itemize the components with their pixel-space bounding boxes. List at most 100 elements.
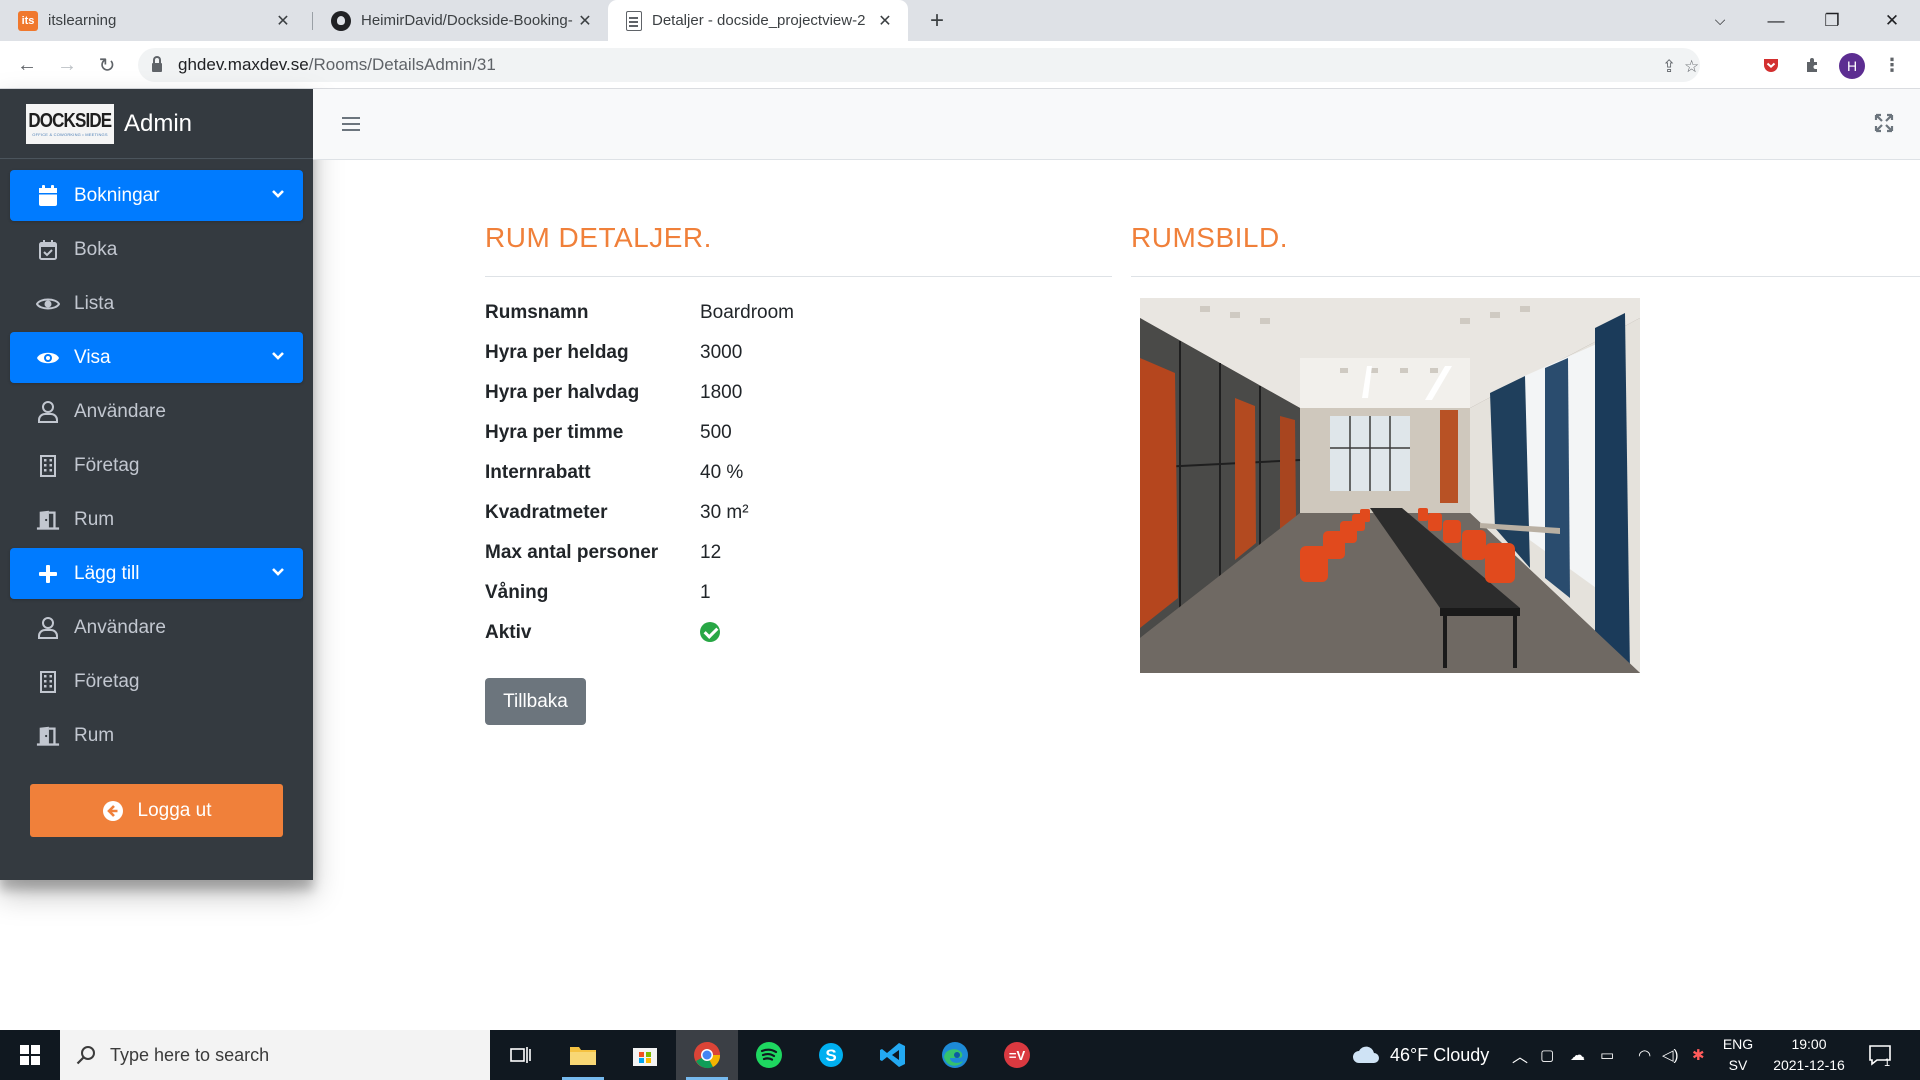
- hamburger-menu-icon[interactable]: [341, 115, 361, 133]
- cloud-sync-icon[interactable]: ☁: [1570, 1030, 1585, 1080]
- edge-button[interactable]: [924, 1030, 986, 1080]
- bookmark-star-icon[interactable]: ☆: [1684, 57, 1699, 77]
- file-explorer-button[interactable]: [552, 1030, 614, 1080]
- chevron-down-icon: [272, 190, 284, 198]
- clock-time[interactable]: 19:00: [1764, 1036, 1854, 1052]
- logout-button[interactable]: Logga ut: [30, 784, 283, 837]
- tab-search-chevron-icon[interactable]: ⌵: [1692, 0, 1748, 41]
- tab-github[interactable]: HeimirDavid/Dockside-Booking-I ✕: [313, 0, 608, 41]
- brand[interactable]: DOCKSIDE OFFICE & COWORKING • MEETINGS A…: [0, 89, 313, 159]
- expressvpn-button[interactable]: =V: [986, 1030, 1048, 1080]
- folder-icon: [570, 1047, 596, 1065]
- detail-value: 1800: [700, 382, 743, 403]
- sidebar-item-label: Företag: [74, 670, 140, 692]
- sidebar-header-visa[interactable]: Visa: [10, 332, 303, 383]
- fullscreen-expand-icon[interactable]: [1874, 113, 1894, 133]
- task-view-button[interactable]: [490, 1030, 552, 1080]
- room-photo: [1140, 298, 1640, 673]
- sidebar-item-visa-anvandare[interactable]: Användare: [10, 386, 303, 437]
- tab-detaljer[interactable]: Detaljer - docside_projectview-2 ✕: [608, 0, 908, 41]
- close-icon[interactable]: ✕: [574, 10, 596, 32]
- tab-itslearning[interactable]: its itslearning ✕: [0, 0, 306, 41]
- speaker-icon[interactable]: ◁): [1662, 1030, 1679, 1080]
- close-icon[interactable]: ✕: [272, 10, 294, 32]
- building-icon: [36, 670, 60, 694]
- taskbar-search-box[interactable]: Type here to search: [60, 1030, 490, 1080]
- reload-button[interactable]: ↻: [92, 50, 122, 80]
- sidebar-item-visa-rum[interactable]: Rum: [10, 494, 303, 545]
- back-button[interactable]: ←: [12, 50, 42, 80]
- meet-now-icon[interactable]: ▢: [1540, 1030, 1554, 1080]
- sidebar-item-boka[interactable]: Boka: [10, 224, 303, 275]
- extensions-puzzle-icon[interactable]: [1801, 53, 1825, 77]
- door-icon: [36, 724, 60, 748]
- close-window-button[interactable]: ✕: [1864, 0, 1920, 41]
- search-placeholder: Type here to search: [110, 1044, 270, 1065]
- svg-text:S: S: [825, 1046, 836, 1065]
- notification-count: 1: [1884, 1057, 1891, 1069]
- windows-taskbar: Type here to search S =V 46°F Cloudy ︿ ▢…: [0, 1030, 1920, 1080]
- url-host: ghdev.maxdev.se: [178, 55, 309, 74]
- detail-value: 1: [700, 582, 711, 603]
- plus-icon: [36, 562, 60, 586]
- minimize-button[interactable]: —: [1748, 0, 1804, 41]
- chevron-down-icon: [272, 568, 284, 576]
- sidebar-item-label: Lägg till: [74, 562, 140, 584]
- address-bar[interactable]: ghdev.maxdev.se/Rooms/DetailsAdmin/31 ⇪ …: [138, 48, 1700, 82]
- menu-kebab-icon[interactable]: ⋮: [1880, 53, 1904, 77]
- profile-avatar[interactable]: H: [1839, 53, 1865, 79]
- dockside-logo: DOCKSIDE OFFICE & COWORKING • MEETINGS: [26, 103, 114, 144]
- language-top[interactable]: ENG: [1718, 1036, 1758, 1052]
- wifi-icon[interactable]: ◠: [1638, 1030, 1651, 1080]
- weather-widget[interactable]: 46°F Cloudy: [1352, 1030, 1489, 1080]
- door-icon: [36, 508, 60, 532]
- sidebar-item-lagg-till-anvandare[interactable]: Användare: [10, 602, 303, 653]
- chrome-button[interactable]: [676, 1030, 738, 1080]
- skype-button[interactable]: S: [800, 1030, 862, 1080]
- sidebar-item-lista[interactable]: Lista: [10, 278, 303, 329]
- pocket-extension-icon[interactable]: [1759, 53, 1783, 77]
- back-button-tillbaka[interactable]: Tillbaka: [485, 678, 586, 725]
- vscode-button[interactable]: [862, 1030, 924, 1080]
- brand-title: Admin: [124, 109, 193, 137]
- sidebar-item-label: Användare: [74, 400, 166, 422]
- clock-date[interactable]: 2021-12-16: [1764, 1057, 1854, 1073]
- forward-button[interactable]: →: [52, 50, 82, 80]
- url-path: /Rooms/DetailsAdmin/31: [308, 55, 496, 74]
- detail-value: 3000: [700, 342, 743, 363]
- language-bottom[interactable]: SV: [1718, 1057, 1758, 1073]
- sidebar-item-label: Rum: [74, 508, 115, 530]
- chevron-down-icon: [272, 352, 284, 360]
- start-button[interactable]: [0, 1030, 60, 1080]
- sidebar-item-visa-foretag[interactable]: Företag: [10, 440, 303, 491]
- main-header: [313, 89, 1920, 160]
- search-icon: [76, 1046, 95, 1065]
- calendar-check-icon: [36, 238, 60, 262]
- new-tab-button[interactable]: +: [922, 6, 952, 36]
- notifications-button[interactable]: 1: [1868, 1030, 1898, 1080]
- vpn-tray-icon[interactable]: ✱: [1692, 1030, 1705, 1080]
- sidebar-item-lagg-till-foretag[interactable]: Företag: [10, 656, 303, 707]
- sidebar-item-lagg-till-rum[interactable]: Rum: [10, 710, 303, 761]
- detail-label: Rumsnamn: [485, 302, 589, 323]
- sidebar-header-bokningar[interactable]: Bokningar: [10, 170, 303, 221]
- spotify-button[interactable]: [738, 1030, 800, 1080]
- restore-button[interactable]: ❐: [1804, 0, 1860, 41]
- calendar-icon: [36, 184, 60, 208]
- close-icon[interactable]: ✕: [874, 10, 896, 32]
- lock-icon[interactable]: [152, 56, 162, 72]
- share-icon[interactable]: ⇪: [1662, 57, 1676, 77]
- expressvpn-icon: =V: [1004, 1042, 1030, 1068]
- monitor-icon[interactable]: ▭: [1600, 1030, 1614, 1080]
- skype-icon: S: [819, 1043, 843, 1067]
- microsoft-store-button[interactable]: [614, 1030, 676, 1080]
- tab-title: Detaljer - docside_projectview-2: [652, 12, 866, 29]
- svg-text:=V: =V: [1009, 1048, 1026, 1063]
- task-view-icon: [510, 1047, 531, 1063]
- tab-title: HeimirDavid/Dockside-Booking-I: [361, 12, 574, 29]
- sidebar-item-label: Bokningar: [74, 184, 160, 206]
- sidebar-header-lagg-till[interactable]: Lägg till: [10, 548, 303, 599]
- show-hidden-icons-chevron-icon[interactable]: ︿: [1512, 1030, 1528, 1080]
- tab-title: itslearning: [48, 12, 117, 29]
- sidebar-item-label: Användare: [74, 616, 166, 638]
